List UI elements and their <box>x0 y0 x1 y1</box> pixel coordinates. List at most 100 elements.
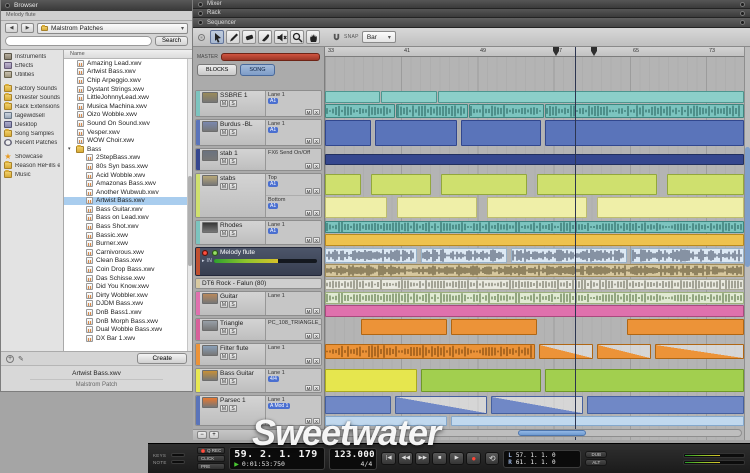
clip[interactable] <box>361 319 447 335</box>
plus-icon[interactable]: + <box>6 355 14 363</box>
lane-mute-button[interactable]: M <box>305 210 312 216</box>
lane-delete-button[interactable]: X <box>313 210 320 216</box>
track-dt6-rock-falun-80[interactable]: DT6 Rock - Falun (80) <box>195 278 322 289</box>
solo-button[interactable]: S <box>229 158 237 165</box>
clip[interactable] <box>325 344 535 359</box>
sidebar-item-utilities[interactable]: Utilities <box>1 70 63 79</box>
solo-button[interactable]: S <box>229 328 237 335</box>
solo-button[interactable]: S <box>229 301 237 308</box>
file-row[interactable]: Bass on Lead.xwv <box>64 214 187 223</box>
solo-button[interactable]: S <box>229 405 237 412</box>
clip[interactable] <box>627 319 744 335</box>
clip[interactable] <box>325 120 371 146</box>
clip[interactable] <box>451 416 744 426</box>
rack-panel-bar[interactable]: Rack <box>193 9 750 18</box>
file-row[interactable]: Bassic.xwv <box>64 231 187 240</box>
clip[interactable] <box>587 396 744 414</box>
lane-delete-button[interactable]: X <box>313 237 320 243</box>
clip[interactable] <box>325 396 391 414</box>
stop-button[interactable]: ■ <box>432 452 447 465</box>
clip[interactable] <box>597 344 651 359</box>
file-row[interactable]: Artwist Bass.xwv <box>64 197 187 206</box>
lane[interactable]: PC_108_TRIANGLE_R..MX <box>266 319 321 340</box>
lane[interactable]: Lane 1MX <box>266 344 321 365</box>
track-filter-flute[interactable]: Filter fluteMSLane 1MX <box>195 343 322 366</box>
solo-button[interactable]: S <box>229 378 237 385</box>
goto-start-button[interactable]: |◀ <box>381 452 396 465</box>
solo-button[interactable]: S <box>229 183 237 190</box>
file-row[interactable]: Dirty Wobbler.xwv <box>64 291 187 300</box>
file-row[interactable]: DJDM Bass.xwv <box>64 300 187 309</box>
solo-button[interactable]: S <box>229 100 237 107</box>
track-melody-flute[interactable]: Melody flute▸IN <box>195 247 322 276</box>
clip[interactable] <box>469 104 544 118</box>
lane-mute-button[interactable]: M <box>305 237 312 243</box>
clip[interactable] <box>491 396 583 414</box>
clip[interactable] <box>597 197 744 218</box>
clip[interactable] <box>325 154 744 165</box>
file-row[interactable]: 80s Syn bass.xwv <box>64 162 187 171</box>
sidebar-item-rack-extensions[interactable]: Rack Extensions <box>1 102 63 111</box>
monitor-icon[interactable] <box>212 250 218 256</box>
playhead[interactable] <box>575 47 576 440</box>
razor-tool[interactable] <box>258 30 272 44</box>
file-row[interactable]: Dual Wobble Bass.xwv <box>64 325 187 334</box>
clip[interactable] <box>451 319 537 335</box>
clip[interactable] <box>325 279 744 290</box>
track-stabs[interactable]: stabsMSTopA1MXBottomA1MX <box>195 173 322 218</box>
mute-button[interactable]: M <box>220 129 228 136</box>
lane[interactable]: Lane 1MX <box>266 292 321 315</box>
file-row[interactable]: Amazonas Bass.xwv <box>64 179 187 188</box>
horizontal-scrollbar[interactable] <box>327 429 742 437</box>
clip[interactable] <box>441 174 527 195</box>
track-parsec-1[interactable]: Parsec 1MSLane 1A Mod 1MX <box>195 395 322 426</box>
track-stab-1[interactable]: stab 1MSFX6 Send On/OffMX <box>195 148 322 171</box>
lane-chip[interactable]: A1 <box>268 181 278 187</box>
mute-button[interactable]: M <box>220 100 228 107</box>
position-display[interactable]: 59. 2. 1. 179 ▶0:01:53:750 <box>229 447 325 470</box>
sidebar-item-song-samples[interactable]: Song Samples <box>1 129 63 138</box>
search-button[interactable]: Search <box>155 36 188 46</box>
track-triangle[interactable]: TriangleMSPC_108_TRIANGLE_R..MX <box>195 318 322 341</box>
file-row[interactable]: DnB Bass1.xwv <box>64 308 187 317</box>
clip[interactable] <box>325 369 417 392</box>
clip[interactable] <box>325 91 380 103</box>
sidebar-item-music[interactable]: Music <box>1 170 63 179</box>
collapse-icon[interactable] <box>5 3 10 8</box>
mute-button[interactable]: M <box>220 328 228 335</box>
file-row[interactable]: 2StepBass.xwv <box>64 154 187 163</box>
mute-button[interactable]: M <box>220 405 228 412</box>
clip[interactable] <box>421 248 507 263</box>
lane[interactable]: Lane 14/4MX <box>266 369 321 392</box>
lane[interactable]: Lane 1A1MX <box>266 221 321 244</box>
clip[interactable] <box>325 174 361 195</box>
clip[interactable] <box>325 197 387 218</box>
file-row[interactable]: Vesper.xwv <box>64 128 187 137</box>
mute-tool[interactable] <box>274 30 288 44</box>
lane-mute-button[interactable]: M <box>305 358 312 364</box>
snap-value-dropdown[interactable]: Bar ▾ <box>362 31 396 43</box>
lane[interactable]: TopA1MX <box>266 174 321 196</box>
record-button[interactable]: ● <box>466 452 481 465</box>
clip[interactable] <box>371 174 431 195</box>
lane-chip[interactable]: A1 <box>268 127 278 133</box>
lane-chip[interactable]: A Mod 1 <box>268 403 290 409</box>
sidebar-item-factory-sounds[interactable]: Factory Sounds <box>1 84 63 93</box>
folder-row[interactable]: ▾Bass <box>64 145 187 154</box>
lane[interactable]: Lane 1A1MX <box>266 91 321 116</box>
loop-locators[interactable]: L 57. 1. 1. 0 R 61. 1. 1. 0 <box>503 450 581 468</box>
clip[interactable] <box>655 344 744 359</box>
clip[interactable] <box>461 120 541 146</box>
solo-button[interactable]: S <box>229 129 237 136</box>
mute-button[interactable]: M <box>220 183 228 190</box>
sidebar-item-desktop[interactable]: Desktop <box>1 120 63 129</box>
lane-delete-button[interactable]: X <box>313 138 320 144</box>
solo-button[interactable]: S <box>229 353 237 360</box>
lane-delete-button[interactable]: X <box>313 308 320 314</box>
clip[interactable] <box>539 344 593 359</box>
file-row[interactable]: Chip Arpeggio.xwv <box>64 76 187 85</box>
lane-delete-button[interactable]: X <box>313 333 320 339</box>
location-dropdown[interactable]: Malstrom Patches ▾ <box>37 23 188 34</box>
search-input[interactable] <box>5 36 152 46</box>
mixer-panel-bar[interactable]: Mixer <box>193 0 750 9</box>
